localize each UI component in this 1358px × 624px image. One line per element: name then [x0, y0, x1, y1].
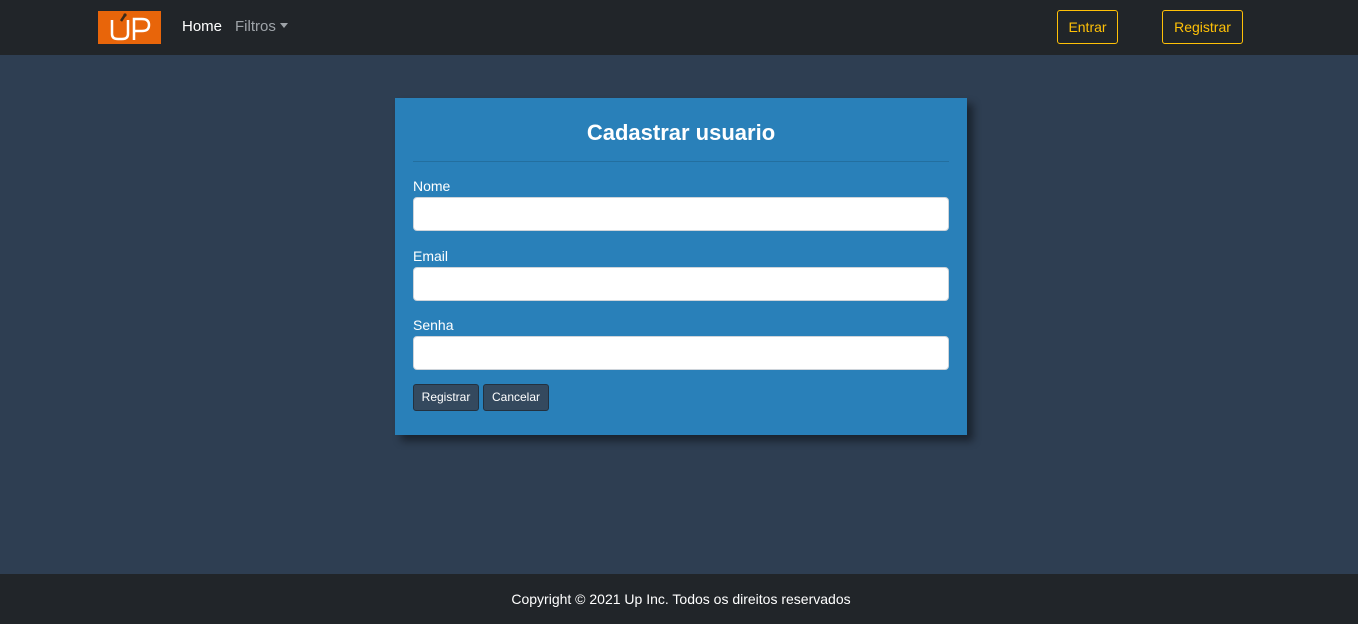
registrar-nav-button[interactable]: Registrar — [1162, 10, 1243, 44]
senha-label: Senha — [413, 317, 454, 333]
registrar-button[interactable]: Registrar — [413, 384, 479, 411]
brand-logo[interactable] — [98, 11, 161, 44]
nav-filtros-label: Filtros — [235, 18, 276, 35]
entrar-button[interactable]: Entrar — [1057, 10, 1118, 44]
footer: Copyright © 2021 Up Inc. Todos os direit… — [0, 574, 1358, 624]
register-card: Cadastrar usuario Nome Email Senha Regis… — [395, 98, 967, 435]
caret-down-icon — [279, 23, 288, 28]
nome-input[interactable] — [413, 197, 949, 231]
nome-label: Nome — [413, 178, 451, 194]
senha-input[interactable] — [413, 336, 949, 370]
nav-dropdown-filtros[interactable]: Filtros — [235, 18, 288, 35]
navbar: Home Filtros Entrar Registrar — [0, 0, 1358, 55]
cancelar-button[interactable]: Cancelar — [483, 384, 549, 411]
up-logo-icon — [98, 11, 161, 44]
nav-link-home[interactable]: Home — [182, 18, 222, 35]
title-divider — [413, 161, 949, 162]
form-title: Cadastrar usuario — [586, 120, 776, 145]
email-label: Email — [413, 248, 449, 264]
copyright-text: Copyright © 2021 Up Inc. Todos os direit… — [511, 591, 851, 607]
email-input[interactable] — [413, 267, 949, 301]
